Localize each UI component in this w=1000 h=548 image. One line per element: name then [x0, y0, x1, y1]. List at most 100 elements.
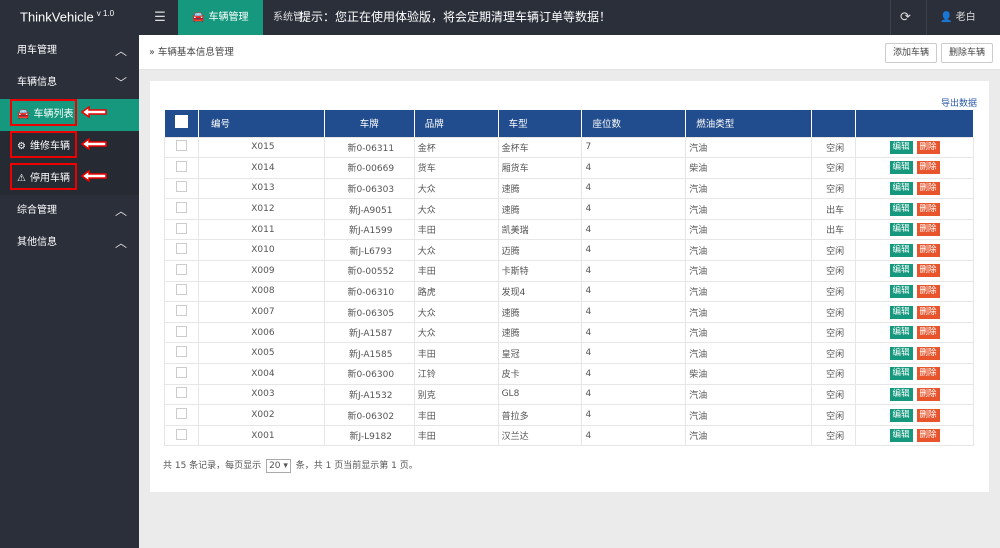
row-checkbox[interactable]: [175, 222, 187, 234]
edit-button[interactable]: 编辑: [889, 429, 913, 443]
row-checkbox-cell[interactable]: [164, 424, 199, 447]
user-menu[interactable]: 👤 老白: [940, 0, 976, 35]
row-checkbox[interactable]: [175, 181, 187, 193]
sidebar-group-general[interactable]: 综合管理 ︿: [0, 195, 139, 227]
delete-button[interactable]: 删除: [916, 367, 940, 381]
cell-seats: 4: [581, 363, 687, 385]
delete-button[interactable]: 删除: [916, 140, 940, 154]
row-checkbox[interactable]: [175, 325, 187, 337]
edit-button[interactable]: 编辑: [889, 367, 913, 381]
delete-button[interactable]: 删除: [916, 429, 940, 443]
cell-brand: 丰田: [413, 260, 499, 282]
row-checkbox[interactable]: [175, 263, 187, 275]
row-checkbox[interactable]: [175, 305, 187, 317]
sidebar-group-other[interactable]: 其他信息 ︿: [0, 227, 139, 259]
edit-button[interactable]: 编辑: [889, 181, 913, 195]
row-checkbox-cell[interactable]: [164, 177, 199, 200]
row-checkbox-cell[interactable]: [164, 218, 199, 241]
edit-button[interactable]: 编辑: [889, 161, 913, 175]
cell-id: X005: [197, 342, 325, 365]
cell-status: 空闲: [811, 260, 857, 282]
brand-logo[interactable]: ThinkVehicle v 1.0: [20, 9, 114, 24]
cell-seats: 4: [581, 404, 687, 426]
add-vehicle-button[interactable]: 添加车辆: [885, 43, 938, 63]
chevron-up-icon: ︿: [114, 236, 127, 250]
column-header: 燃油类型: [685, 110, 813, 137]
edit-button[interactable]: 编辑: [889, 305, 913, 319]
cell-plate: 新0-06303: [323, 177, 415, 200]
delete-button[interactable]: 删除: [916, 305, 940, 319]
edit-button[interactable]: 编辑: [889, 223, 913, 237]
cell-id: X010: [197, 239, 325, 262]
export-data-link[interactable]: 导出数据: [941, 96, 977, 109]
refresh-icon[interactable]: ⟳: [900, 0, 911, 35]
delete-button[interactable]: 删除: [916, 387, 940, 401]
cell-plate: 新0-00552: [323, 260, 415, 282]
sidebar-group-vehicle-use[interactable]: 用车管理 ︿: [0, 35, 139, 67]
cell-fuel: 汽油: [685, 280, 813, 303]
row-checkbox[interactable]: [175, 387, 187, 399]
row-checkbox-cell[interactable]: [164, 198, 199, 220]
cell-brand: 大众: [413, 177, 499, 200]
delete-button[interactable]: 删除: [916, 408, 940, 422]
select-all-checkbox-cell[interactable]: [164, 110, 199, 137]
cell-id: X006: [197, 321, 325, 344]
edit-button[interactable]: 编辑: [889, 326, 913, 340]
menu-icon[interactable]: ☰: [148, 0, 172, 35]
delete-button[interactable]: 删除: [916, 202, 940, 216]
select-all-checkbox[interactable]: [174, 115, 188, 129]
tab-vehicle-management[interactable]: 🚘 车辆管理: [178, 0, 263, 35]
delete-button[interactable]: 删除: [916, 243, 940, 257]
row-checkbox[interactable]: [175, 243, 187, 255]
row-checkbox-cell[interactable]: [164, 321, 199, 344]
edit-button[interactable]: 编辑: [889, 202, 913, 216]
delete-button[interactable]: 删除: [916, 326, 940, 340]
row-checkbox[interactable]: [175, 366, 187, 378]
row-checkbox-cell[interactable]: [164, 239, 199, 262]
row-checkbox-cell[interactable]: [164, 301, 199, 323]
edit-button[interactable]: 编辑: [889, 408, 913, 422]
row-checkbox-cell[interactable]: [164, 280, 199, 303]
delete-button[interactable]: 删除: [916, 181, 940, 195]
edit-button[interactable]: 编辑: [889, 284, 913, 298]
row-checkbox-cell[interactable]: [164, 383, 199, 406]
cell-status: 空闲: [811, 363, 857, 385]
edit-button[interactable]: 编辑: [889, 387, 913, 401]
cell-seats: 4: [581, 198, 687, 220]
row-checkbox[interactable]: [175, 408, 187, 420]
row-checkbox-cell[interactable]: [164, 136, 199, 159]
delete-button[interactable]: 删除: [916, 161, 940, 175]
cell-actions: 编辑 删除: [855, 424, 974, 447]
row-checkbox[interactable]: [175, 428, 187, 440]
edit-button[interactable]: 编辑: [889, 243, 913, 257]
row-checkbox-cell[interactable]: [164, 342, 199, 365]
delete-button[interactable]: 删除: [916, 346, 940, 360]
delete-button[interactable]: 删除: [916, 223, 940, 237]
cell-actions: 编辑 删除: [855, 342, 974, 365]
row-checkbox[interactable]: [175, 202, 187, 214]
table-row: X001 新J-L9182 丰田 汉兰达 4 汽油 空闲 编辑 删除: [164, 424, 974, 447]
edit-button[interactable]: 编辑: [889, 346, 913, 360]
row-checkbox[interactable]: [175, 140, 187, 152]
sidebar-group-vehicle-info[interactable]: 车辆信息 ﹀: [0, 67, 139, 99]
row-checkbox-cell[interactable]: [164, 363, 199, 385]
row-checkbox[interactable]: [175, 160, 187, 172]
chevron-down-icon: ﹀: [114, 76, 127, 90]
column-header: 车牌: [324, 110, 415, 137]
edit-button[interactable]: 编辑: [889, 140, 913, 154]
cell-model: 皮卡: [497, 363, 583, 385]
delete-vehicle-button[interactable]: 删除车辆: [941, 43, 994, 63]
delete-button[interactable]: 删除: [916, 284, 940, 298]
content-header: » 车辆基本信息管理 添加车辆 删除车辆: [139, 35, 1000, 70]
cell-brand: 丰田: [413, 218, 499, 241]
delete-button[interactable]: 删除: [916, 264, 940, 278]
cell-plate: 新0-06310: [323, 280, 415, 303]
vehicle-table-card: 导出数据 编号 车牌 品牌 车型 座位数 燃油类型 X015 新0-06311 金杯…: [150, 81, 989, 492]
row-checkbox-cell[interactable]: [164, 404, 199, 426]
row-checkbox[interactable]: [175, 284, 187, 296]
row-checkbox-cell[interactable]: [164, 260, 199, 282]
row-checkbox-cell[interactable]: [164, 157, 199, 179]
page-size-select[interactable]: 20 ▾: [266, 459, 291, 473]
edit-button[interactable]: 编辑: [889, 264, 913, 278]
row-checkbox[interactable]: [175, 346, 187, 358]
